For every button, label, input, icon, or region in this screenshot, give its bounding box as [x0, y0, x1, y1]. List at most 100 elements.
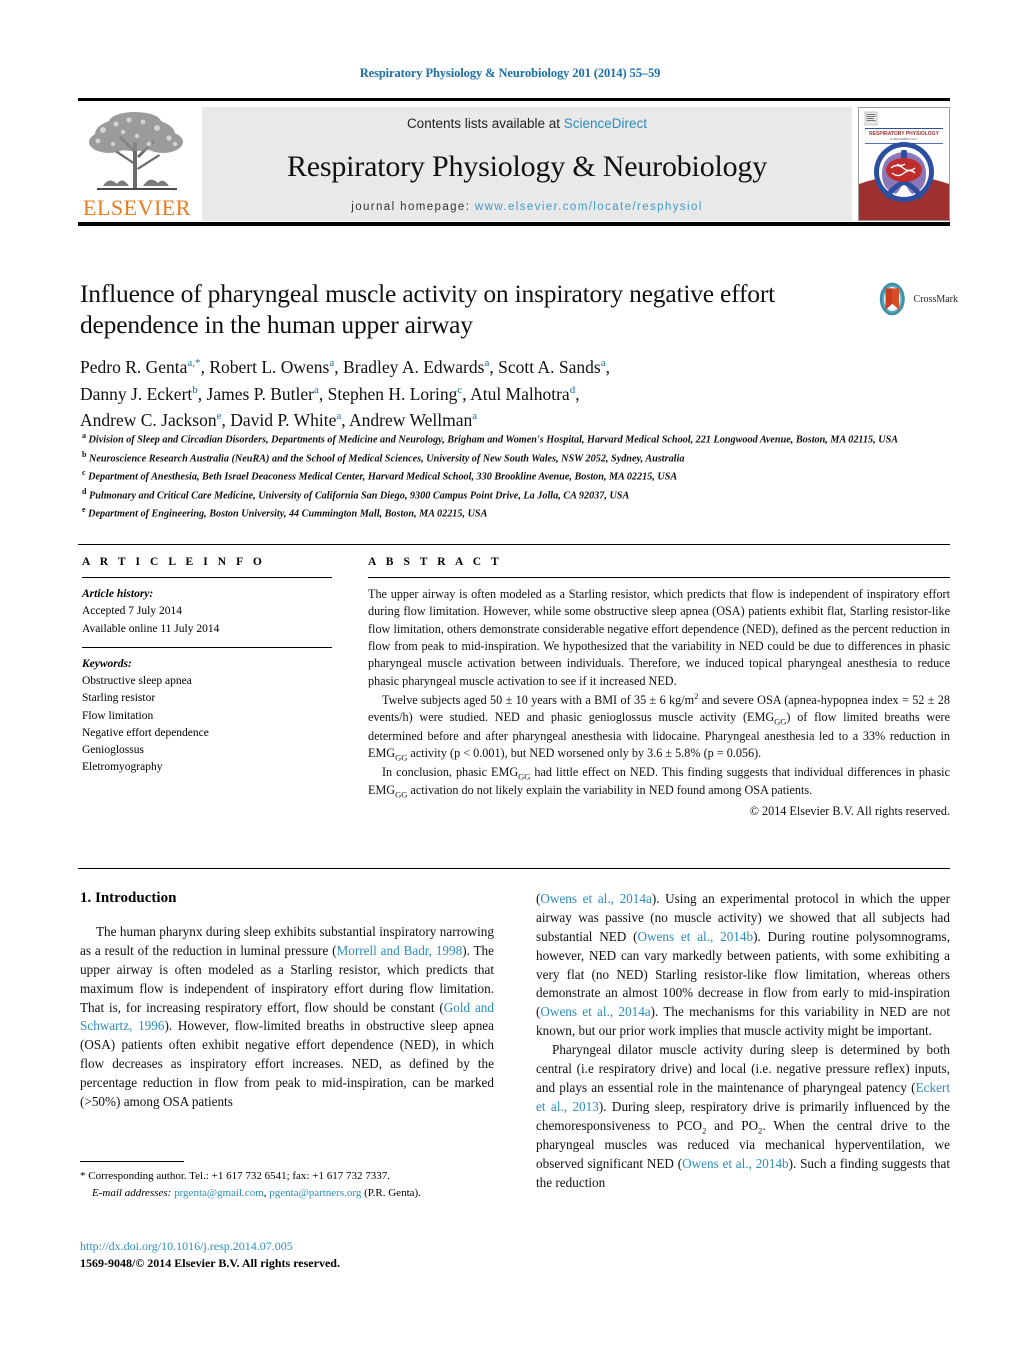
author-line-2: Danny J. Eckertb, James P. Butlera, Step…: [80, 383, 580, 404]
article-info-heading: A R T I C L E I N F O: [82, 556, 266, 568]
introduction-text-right: (Owens et al., 2014a). Using an experime…: [536, 890, 950, 1193]
doi-link[interactable]: http://dx.doi.org/10.1016/j.resp.2014.07…: [80, 1238, 500, 1255]
author-name: Stephen H. Loring: [327, 383, 458, 404]
emg-subscript: GG: [518, 771, 531, 782]
abstract-column: A B S T R A C T The upper airway is ofte…: [368, 556, 950, 820]
author-affil-marker: a: [484, 357, 490, 370]
elsevier-logo: ELSEVIER: [78, 107, 196, 221]
email-note: E-mail addresses: prgenta@gmail.com, pge…: [80, 1185, 500, 1202]
affiliation-marker: d: [82, 486, 87, 496]
corresponding-author-note: * Corresponding author. Tel.: +1 617 732…: [80, 1168, 500, 1185]
affiliation-item: c Department of Anesthesia, Beth Israel …: [82, 467, 902, 486]
author-name: Danny J. Eckert: [80, 383, 193, 404]
abstract-text: In conclusion, phasic EMG: [382, 764, 519, 779]
citation-link[interactable]: Owens et al., 2014b: [682, 1156, 789, 1171]
keywords-block: Keywords: Obstructive sleep apnea Starli…: [82, 656, 332, 777]
abstract-copyright: © 2014 Elsevier B.V. All rights reserved…: [749, 803, 950, 818]
citation-link[interactable]: Owens et al., 2014a: [540, 1004, 650, 1019]
keyword-item: Flow limitation: [82, 709, 154, 722]
affiliation-marker: c: [82, 468, 86, 477]
affiliation-text: Neuroscience Research Australia (NeuRA) …: [89, 452, 685, 464]
abstract-text: activity (p < 0.001), but NED worsened o…: [407, 746, 762, 761]
crossmark-label: CrossMark: [913, 293, 958, 305]
citation-link[interactable]: Owens et al., 2014a: [540, 891, 651, 906]
article-history-item: Available online 11 July 2014: [82, 622, 220, 635]
homepage-prefix: journal homepage:: [351, 201, 475, 213]
emg-subscript: GG: [395, 752, 408, 763]
affiliation-marker: e: [82, 505, 86, 514]
affiliation-item: d Pulmonary and Critical Care Medicine, …: [82, 486, 902, 505]
article-info-column: A R T I C L E I N F O Article history: A…: [82, 556, 332, 777]
citation-link[interactable]: Owens et al., 2014b: [637, 929, 753, 944]
abstract-paragraph: In conclusion, phasic EMGGG had little e…: [368, 764, 950, 801]
body-top-rule: [78, 868, 950, 869]
abstract-body: The upper airway is often modeled as a S…: [368, 586, 950, 820]
journal-homepage-link[interactable]: www.elsevier.com/locate/resphysiol: [475, 201, 703, 213]
paragraph: The human pharynx during sleep exhibits …: [80, 923, 494, 1112]
author-line-1: Pedro R. Gentaa,*, Robert L. Owensa, Bra…: [80, 357, 610, 378]
abstract-text: Twelve subjects aged 50 ± 10 years with …: [382, 693, 695, 708]
email-label: E-mail addresses:: [92, 1186, 172, 1199]
footnote-rule: [80, 1161, 184, 1162]
emg-subscript: GG: [774, 716, 787, 727]
affiliation-text: Department of Anesthesia, Beth Israel De…: [88, 471, 678, 483]
keyword-item: Obstructive sleep apnea: [82, 675, 192, 687]
affiliation-text: Department of Engineering, Boston Univer…: [88, 508, 488, 520]
svg-text:& NEUROBIOLOGY: & NEUROBIOLOGY: [890, 137, 917, 141]
body-text: Pharyngeal dilator muscle activity durin…: [536, 1042, 950, 1095]
email-suffix: (P.R. Genta).: [361, 1186, 421, 1199]
abstract-text: activation do not likely explain the var…: [407, 783, 813, 798]
abstract-rule: [368, 577, 950, 578]
author-affil-marker: a,*: [187, 357, 201, 370]
email-link-1[interactable]: prgenta@gmail.com: [174, 1187, 264, 1199]
corresponding-author-text: Corresponding author. Tel.: +1 617 732 6…: [88, 1170, 390, 1182]
keyword-item: Negative effort dependence: [82, 726, 209, 739]
body-column-left: 1. Introduction The human pharynx during…: [80, 890, 494, 1112]
author-name: Bradley A. Edwards: [343, 357, 485, 378]
crossmark-icon: [879, 282, 905, 316]
author-name: David P. White: [230, 410, 337, 431]
author-name: Andrew Wellman: [349, 410, 473, 431]
citation-link[interactable]: Morrell and Badr, 1998: [337, 943, 463, 958]
paragraph: (Owens et al., 2014a). Using an experime…: [536, 891, 950, 1039]
email-link-2[interactable]: pgenta@partners.org: [269, 1187, 361, 1199]
author-affil-marker: e: [216, 410, 222, 423]
title-block: Influence of pharyngeal muscle activity …: [80, 278, 870, 434]
journal-cover-thumbnail[interactable]: RESPIRATORY PHYSIOLOGY & NEUROBIOLOGY: [858, 107, 950, 221]
abstract-section-top-rule: [78, 544, 950, 545]
crossmark-badge[interactable]: CrossMark: [874, 280, 958, 318]
author-affil-marker: a: [313, 383, 319, 396]
page-title: Influence of pharyngeal muscle activity …: [80, 279, 776, 340]
contents-prefix: Contents lists available at: [406, 116, 564, 131]
footnote-block: * Corresponding author. Tel.: +1 617 732…: [80, 1168, 500, 1201]
author-name: Scott A. Sands: [498, 357, 601, 378]
affiliation-marker: b: [82, 449, 87, 459]
body-text: and PO: [706, 1117, 759, 1133]
author-affil-marker: d: [569, 383, 576, 396]
article-history-label: Article history:: [82, 588, 154, 600]
contents-available-line: Contents lists available at ScienceDirec…: [407, 116, 647, 131]
abstract-paragraph: The upper airway is often modeled as a S…: [368, 587, 950, 688]
author-affil-marker: c: [457, 383, 463, 396]
journal-title: Respiratory Physiology & Neurobiology: [286, 149, 768, 183]
paragraph: Pharyngeal dilator muscle activity durin…: [536, 1041, 950, 1193]
journal-homepage-line: journal homepage: www.elsevier.com/locat…: [351, 201, 703, 213]
keyword-item: Starling resistor: [82, 692, 156, 705]
author-affil-marker: b: [192, 383, 198, 396]
author-name: Robert L. Owens: [209, 357, 330, 378]
issn-copyright-line: 1569-9048/© 2014 Elsevier B.V. All right…: [80, 1256, 340, 1271]
emg-subscript: GG: [395, 789, 408, 800]
elsevier-tree-icon: [89, 112, 183, 190]
abstract-heading: A B S T R A C T: [368, 556, 503, 568]
section-heading-introduction: 1. Introduction: [80, 890, 177, 906]
journal-band: Contents lists available at ScienceDirec…: [202, 107, 852, 221]
author-affil-marker: a: [329, 357, 335, 370]
running-head: Respiratory Physiology & Neurobiology 20…: [359, 66, 661, 80]
article-history-item: Accepted 7 July 2014: [82, 605, 182, 618]
journal-masthead: ELSEVIER Contents lists available at Sci…: [78, 98, 950, 221]
author-name: Pedro R. Genta: [80, 357, 188, 378]
keyword-item: Genioglossus: [82, 744, 144, 756]
elsevier-wordmark: ELSEVIER: [83, 195, 191, 220]
sciencedirect-link[interactable]: ScienceDirect: [564, 116, 647, 131]
body-column-right: (Owens et al., 2014a). Using an experime…: [536, 890, 950, 1193]
